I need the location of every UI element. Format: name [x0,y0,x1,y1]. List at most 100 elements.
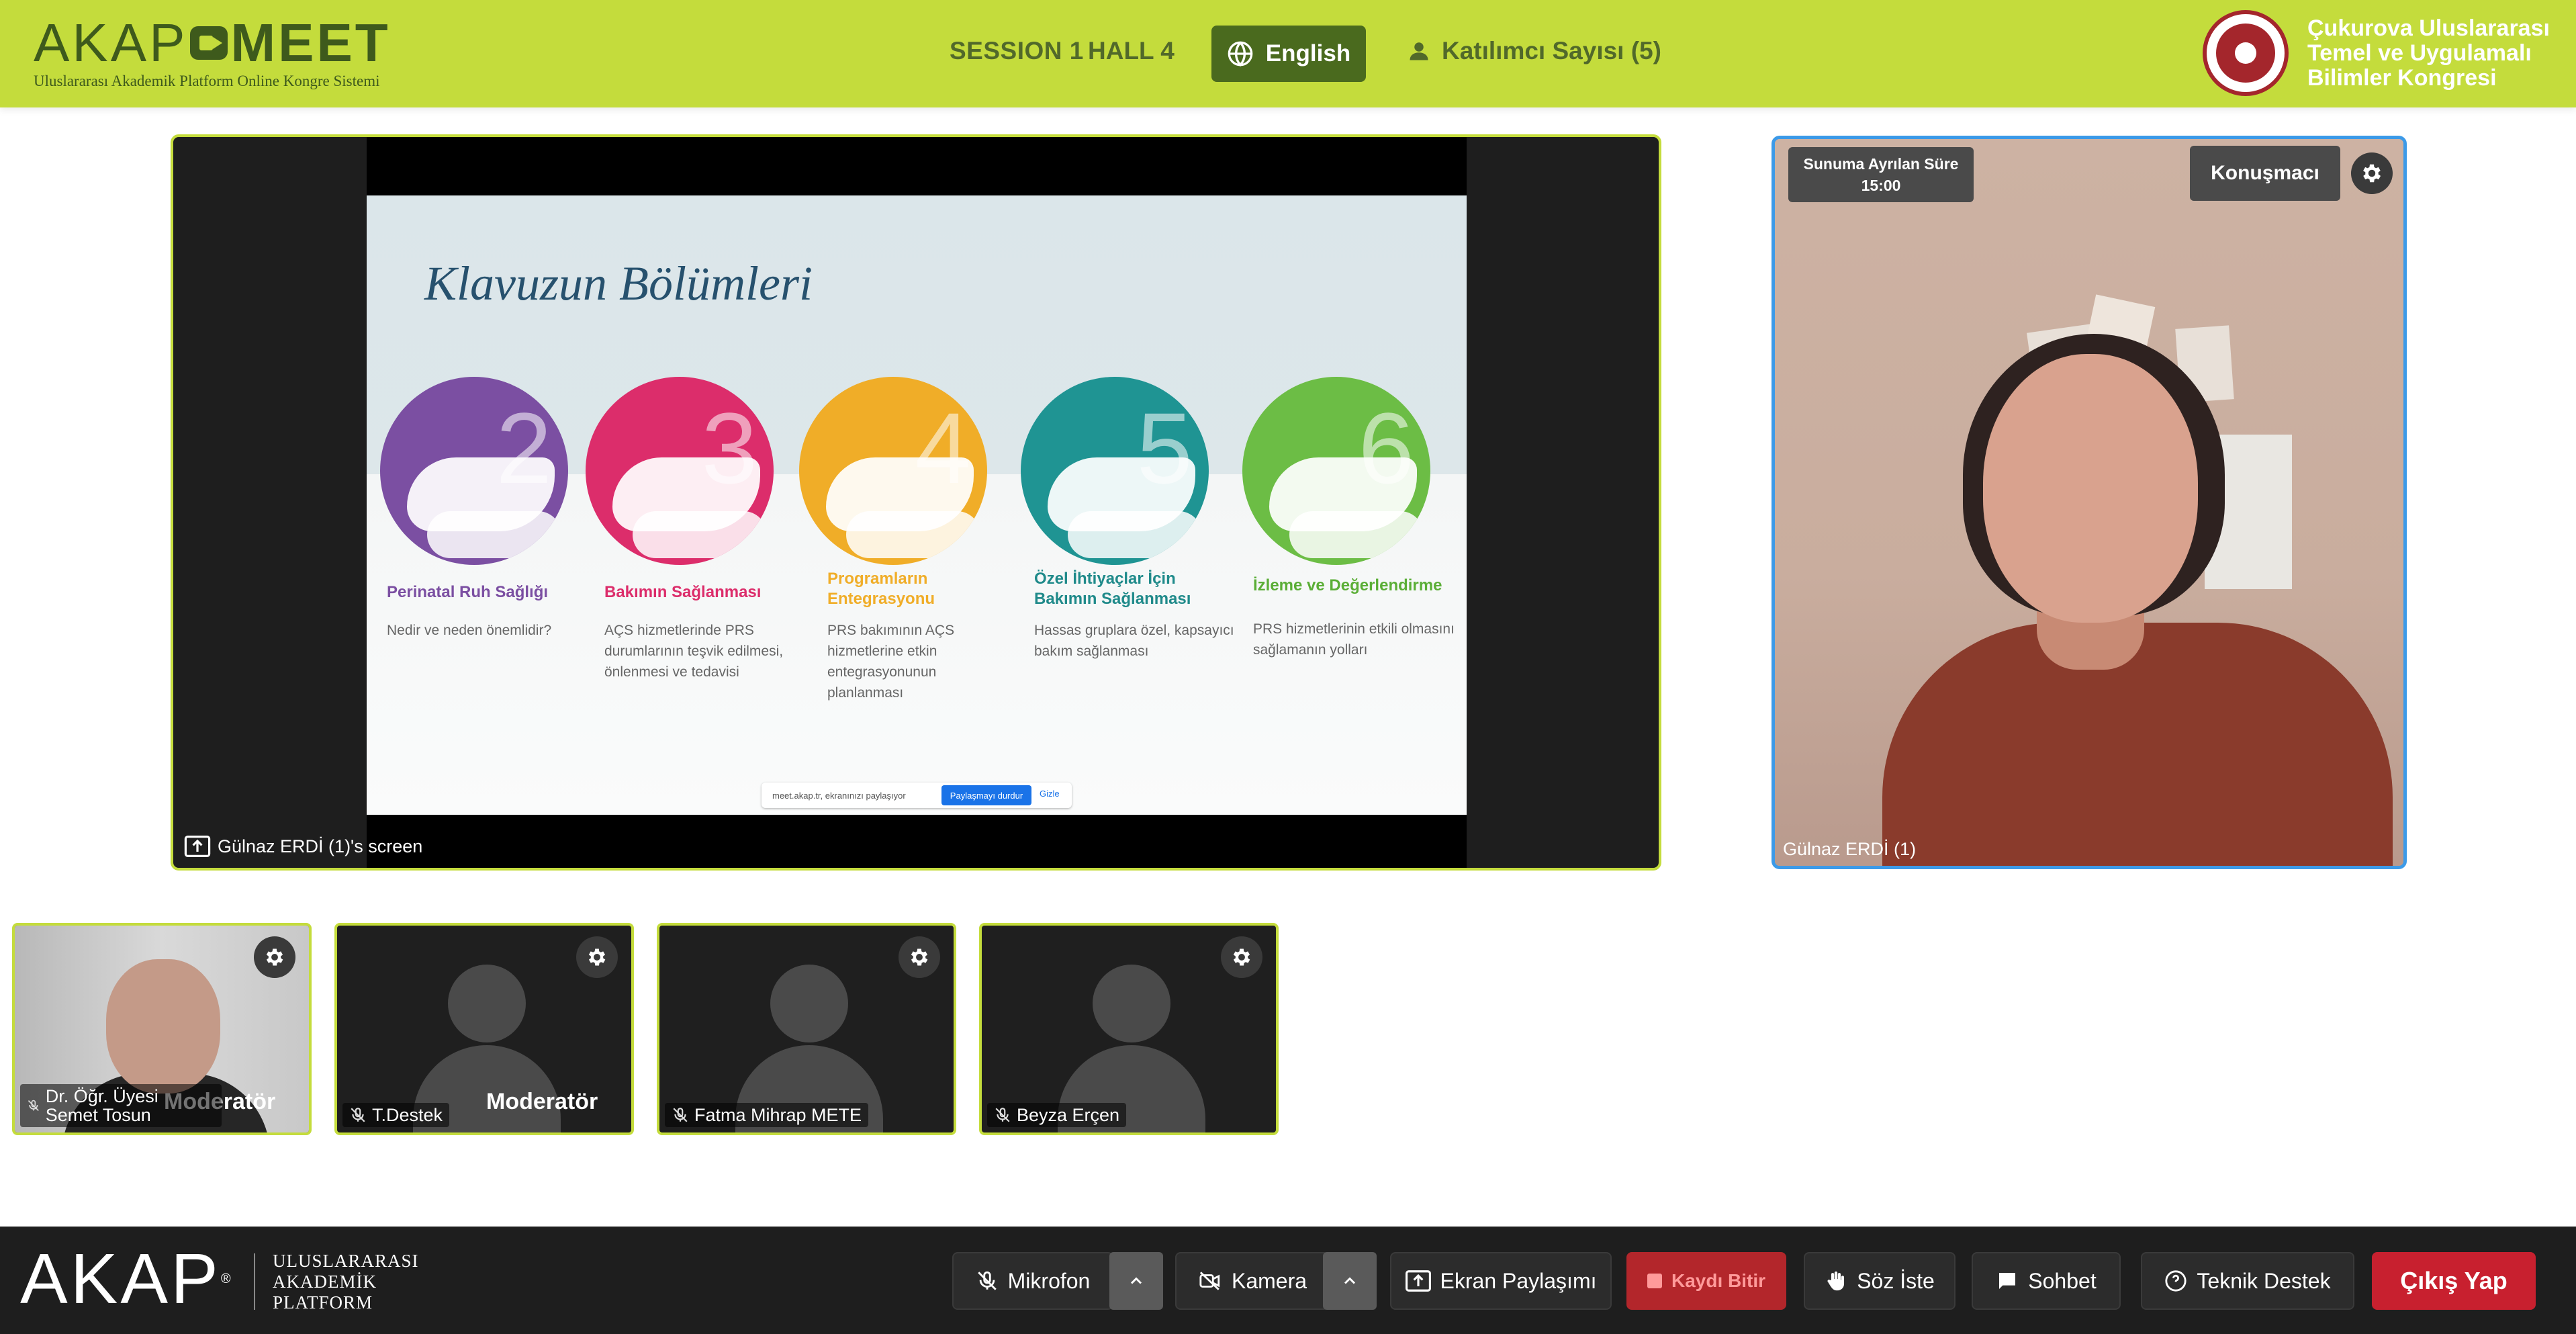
chat-icon [1999,1273,2016,1289]
raise-hand-button[interactable]: Söz İste [1804,1252,1956,1310]
akap-footer-logo: AKAP® [20,1243,234,1315]
section-2-description: Nedir ve neden önemlidir? [387,623,552,638]
camera-button[interactable]: Kamera [1175,1252,1330,1310]
control-bar: AKAP® ULUSLARARASI AKADEMİK PLATFORM Mik… [0,1227,2576,1334]
slide-title: Klavuzun Bölümleri [424,257,813,310]
participant-tile[interactable]: Moderatör Dr. Öğr. Üyesi Semet Tosun [12,923,312,1135]
avatar-placeholder [1093,965,1170,1042]
microphone-options-button[interactable] [1109,1252,1163,1310]
participant-name-text: T.Destek [372,1105,443,1125]
akap-meet-logo[interactable]: AKAP MEET Uluslararası Akademik Platform… [34,16,391,90]
footer-divider [254,1253,255,1310]
footer-subtitle-line: PLATFORM [273,1292,373,1313]
screen-share-label: Gülnaz ERDİ (1)'s screen [184,836,422,857]
stop-sharing-button[interactable]: Paylaşmayı durdur [941,785,1031,805]
section-6-title: İzleme ve Değerlendirme [1253,576,1442,594]
mic-off-icon [977,1271,997,1290]
speaker-settings-button[interactable] [2351,152,2393,194]
language-label: English [1265,40,1351,66]
chevron-up-icon [1344,1277,1356,1284]
camera-options-button[interactable] [1323,1252,1377,1310]
participant-name-text: Dr. Öğr. Üyesi Semet Tosun [45,1086,158,1125]
participant-name: Beyza Erçen [987,1103,1127,1127]
participant-tile[interactable]: Fatma Mihrap METE [657,923,956,1135]
user-icon [1410,42,1428,60]
section-4-number: 4 [915,392,971,504]
stop-recording-button[interactable]: Kaydı Bitir [1626,1252,1786,1310]
section-4-description: PRS bakımının AÇS hizmetlerine etkin ent… [827,623,955,701]
participant-name-text: Beyza Erçen [1017,1105,1120,1125]
presentation-slide: Klavuzun Bölümleri 2 3 4 5 6 Perinatal R… [367,195,1467,815]
active-speaker-tile[interactable]: Sunuma Ayrılan Süre 15:00 Konuşmacı Güln… [1772,136,2407,869]
footer-subtitle-line: ULUSLARARASI [273,1251,419,1271]
section-4-illustration: 4 [799,377,987,565]
timer-value: 15:00 [1861,177,1901,194]
microphone-label: Mikrofon [1007,1268,1091,1293]
gear-icon [266,948,283,966]
moderator-badge: Moderatör [486,1089,598,1114]
speaker-face [1983,354,2198,623]
participant-settings-button[interactable] [254,936,295,978]
congress-seal-logo [2203,10,2289,96]
globe-icon [1228,41,1253,67]
screen-share-icon [1405,1270,1431,1292]
hide-notice-button[interactable]: Gizle [1040,789,1060,799]
participant-tile[interactable]: Beyza Erçen [979,923,1279,1135]
chat-button[interactable]: Sohbet [1972,1252,2121,1310]
gear-icon [1233,948,1250,966]
record-stop-icon [1647,1274,1662,1288]
speaker-name-label: Gülnaz ERDİ (1) [1783,839,1917,859]
microphone-button[interactable]: Mikrofon [952,1252,1113,1310]
share-notice-text: meet.akap.tr, ekranınızı paylaşıyor [772,790,906,801]
section-4-title: Programların Entegrasyonu [827,570,935,608]
footer-logo-subtitle: ULUSLARARASI AKADEMİK PLATFORM [273,1251,419,1313]
logo-akap-text: AKAP [34,13,188,73]
footer-subtitle-line: AKADEMİK [273,1272,377,1292]
section-3-illustration: 3 [586,377,774,565]
screen-share-icon [184,836,211,857]
participant-name: Fatma Mihrap METE [665,1103,869,1127]
section-5-title: Özel İhtiyaçlar İçin Bakımın Sağlanması [1034,570,1191,608]
section-5-number: 5 [1136,392,1193,504]
screen-share-tile[interactable]: Klavuzun Bölümleri 2 3 4 5 6 Perinatal R… [171,134,1661,871]
camera-label: Kamera [1231,1268,1307,1293]
section-3-title: Bakımın Sağlanması [604,583,762,601]
participant-count-button[interactable]: Katılımcı Sayısı (5) [1407,37,1661,65]
chevron-up-icon [1130,1277,1142,1284]
screen-share-label: Ekran Paylaşımı [1440,1268,1597,1293]
screen-share-notice: meet.akap.tr, ekranınızı paylaşıyor Payl… [762,783,1072,808]
technical-support-button[interactable]: Teknik Destek [2141,1252,2354,1310]
participant-name: T.Destek [342,1103,450,1127]
presentation-timer: Sunuma Ayrılan Süre 15:00 [1788,147,1974,202]
congress-name: Çukurova Uluslararası Temel ve Uygulamal… [2307,15,2550,91]
camera-logo-icon [190,26,228,60]
section-5-description: Hassas gruplara özel, kapsayıcı bakım sa… [1034,623,1234,659]
raise-hand-label: Söz İste [1857,1268,1935,1293]
participant-settings-button[interactable] [899,936,940,978]
participant-count-label: Katılımcı Sayısı (5) [1442,37,1661,64]
hand-icon [1827,1271,1845,1291]
participant-settings-button[interactable] [1221,936,1262,978]
language-button[interactable]: English [1211,26,1366,82]
section-2-illustration: 2 [380,377,568,565]
exit-button[interactable]: Çıkış Yap [2372,1252,2536,1310]
screen-share-button[interactable]: Ekran Paylaşımı [1390,1252,1612,1310]
speaker-role-button[interactable]: Konuşmacı [2190,146,2340,201]
section-2-number: 2 [496,392,552,504]
camera-off-icon [1199,1272,1220,1290]
logo-subtitle: Uluslararası Akademik Platform Online Ko… [34,73,380,89]
avatar-placeholder [448,965,526,1042]
section-6-illustration: 6 [1242,377,1430,565]
logo-meet-text: MEET [230,13,391,73]
participant-settings-button[interactable] [576,936,618,978]
participant-tile[interactable]: Moderatör T.Destek [334,923,634,1135]
section-2-title: Perinatal Ruh Sağlığı [387,583,549,601]
section-3-number: 3 [701,392,757,504]
section-6-number: 6 [1358,392,1414,504]
section-6-description: PRS hizmetlerinin etkili olmasını sağlam… [1253,621,1455,658]
gear-icon [588,948,606,966]
help-circle-icon [2165,1270,2187,1292]
screen-share-owner: Gülnaz ERDİ (1)'s screen [218,836,423,856]
footer-logo-text: AKAP [20,1239,221,1319]
chat-label: Sohbet [2028,1268,2097,1293]
